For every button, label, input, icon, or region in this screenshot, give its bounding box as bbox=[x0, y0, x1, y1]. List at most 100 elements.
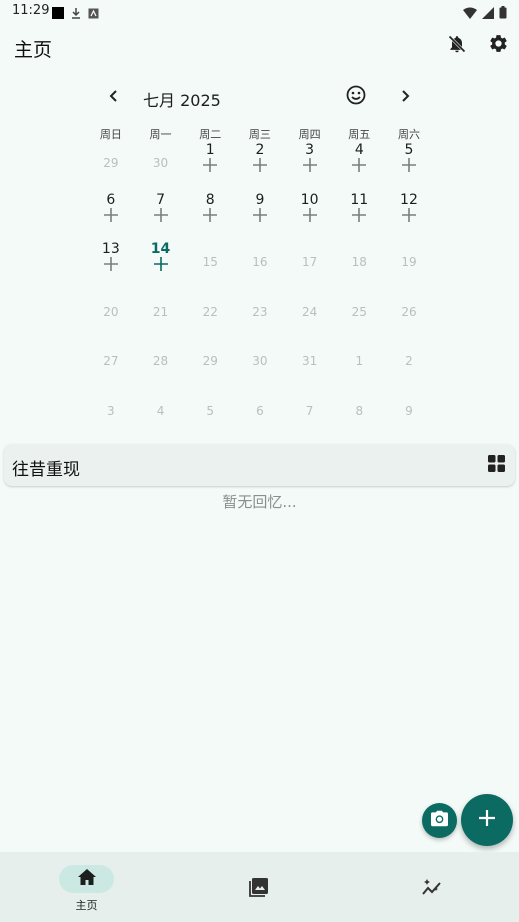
calendar-day[interactable]: 15 bbox=[185, 237, 235, 287]
camera-button[interactable] bbox=[422, 803, 457, 838]
calendar-day[interactable]: 9 bbox=[235, 188, 285, 238]
next-month-button[interactable] bbox=[391, 84, 419, 110]
add-entry-plus-icon[interactable] bbox=[136, 207, 186, 226]
calendar-day[interactable]: 30 bbox=[235, 336, 285, 386]
calendar-day[interactable]: 12 bbox=[384, 188, 434, 238]
add-entry-plus-icon[interactable] bbox=[185, 157, 235, 176]
add-entry-plus-icon[interactable] bbox=[285, 157, 335, 176]
add-entry-button[interactable] bbox=[461, 794, 513, 846]
day-number: 30 bbox=[152, 156, 169, 170]
calendar-day[interactable]: 3 bbox=[285, 138, 335, 188]
nav-active-pill bbox=[59, 865, 114, 893]
calendar-day[interactable]: 24 bbox=[285, 287, 335, 337]
calendar-day[interactable]: 6 bbox=[86, 188, 136, 238]
calendar-day[interactable]: 30 bbox=[136, 138, 186, 188]
calendar-day[interactable]: 25 bbox=[334, 287, 384, 337]
day-number: 20 bbox=[103, 304, 119, 319]
day-number: 11 bbox=[350, 191, 369, 208]
calendar-day[interactable]: 1 bbox=[334, 336, 384, 386]
calendar-day[interactable]: 23 bbox=[235, 287, 285, 337]
day-number: 4 bbox=[354, 142, 364, 158]
calendar-day[interactable]: 19 bbox=[384, 237, 434, 287]
grid-view-button[interactable] bbox=[482, 451, 510, 479]
day-number: 17 bbox=[301, 255, 318, 269]
calendar-day[interactable]: 4 bbox=[136, 386, 186, 436]
nav-item-insights[interactable] bbox=[346, 852, 519, 922]
calendar-day[interactable]: 28 bbox=[136, 336, 186, 386]
month-label[interactable]: 七月 2025 bbox=[143, 87, 221, 111]
add-entry-plus-icon[interactable] bbox=[136, 256, 186, 275]
calendar-week-row: 13 14 15 16 17 18 19 bbox=[86, 237, 434, 287]
add-entry-plus-icon[interactable] bbox=[86, 256, 136, 275]
add-entry-plus-icon[interactable] bbox=[86, 207, 136, 226]
calendar-day[interactable]: 10 bbox=[285, 188, 335, 238]
nav-item-gallery[interactable] bbox=[173, 852, 346, 922]
calendar-day[interactable]: 20 bbox=[86, 287, 136, 337]
calendar-day[interactable]: 27 bbox=[86, 336, 136, 386]
calendar-day[interactable]: 8 bbox=[334, 386, 384, 436]
day-number: 29 bbox=[202, 354, 218, 368]
calendar-day[interactable]: 17 bbox=[285, 237, 335, 287]
calendar-day[interactable]: 9 bbox=[384, 386, 434, 436]
day-number: 9 bbox=[255, 191, 265, 208]
calendar-day[interactable]: 4 bbox=[334, 138, 384, 188]
add-entry-plus-icon[interactable] bbox=[334, 207, 384, 226]
day-number: 31 bbox=[301, 354, 318, 368]
memories-empty-text: 暂无回忆... bbox=[222, 493, 297, 511]
plus-icon bbox=[478, 809, 496, 831]
add-entry-plus-icon[interactable] bbox=[235, 207, 285, 226]
calendar-week-row: 20 21 22 23 24 25 26 bbox=[86, 287, 434, 337]
calendar-day[interactable]: 7 bbox=[285, 386, 335, 436]
notifications-off-button[interactable] bbox=[443, 32, 471, 60]
calendar-week-row: 27 28 29 30 31 1 2 bbox=[86, 336, 434, 386]
calendar-day[interactable]: 16 bbox=[235, 237, 285, 287]
day-number: 14 bbox=[150, 241, 171, 257]
settings-button[interactable] bbox=[484, 31, 512, 59]
nav-item-home[interactable]: 主页 bbox=[0, 852, 173, 922]
calendar-day[interactable]: 29 bbox=[86, 138, 136, 188]
day-number: 16 bbox=[252, 255, 268, 269]
day-number: 1 bbox=[205, 142, 215, 158]
sparkle-trend-icon bbox=[422, 878, 442, 900]
day-number: 6 bbox=[256, 403, 264, 418]
day-number: 2 bbox=[255, 142, 265, 158]
add-entry-plus-icon[interactable] bbox=[285, 207, 335, 226]
calendar-day[interactable]: 3 bbox=[86, 386, 136, 436]
calendar-grid: 29 30 1 2 3 4 5 6 7 8 9 10 11 12 13 14 15 16 17 18 19 20 21 22 2… bbox=[86, 138, 434, 435]
calendar-day[interactable]: 29 bbox=[185, 336, 235, 386]
calendar-day[interactable]: 18 bbox=[334, 237, 384, 287]
day-number: 29 bbox=[103, 156, 119, 170]
calendar-day[interactable]: 2 bbox=[235, 138, 285, 188]
add-entry-plus-icon[interactable] bbox=[334, 157, 384, 176]
memories-title: 往昔重现 bbox=[12, 460, 80, 480]
calendar-day[interactable]: 7 bbox=[136, 188, 186, 238]
app-bar: 主页 bbox=[0, 28, 519, 68]
calendar-day[interactable]: 2 bbox=[384, 336, 434, 386]
calendar-day[interactable]: 5 bbox=[384, 138, 434, 188]
add-entry-plus-icon[interactable] bbox=[235, 157, 285, 176]
camera-icon bbox=[430, 810, 449, 831]
calendar-day[interactable]: 22 bbox=[185, 287, 235, 337]
add-entry-plus-icon[interactable] bbox=[384, 157, 434, 176]
calendar-day[interactable]: 21 bbox=[136, 287, 186, 337]
day-number: 18 bbox=[351, 255, 367, 269]
chevron-left-icon bbox=[108, 88, 120, 107]
add-entry-plus-icon[interactable] bbox=[185, 207, 235, 226]
calendar-day[interactable]: 14 bbox=[136, 237, 186, 287]
calendar-day[interactable]: 11 bbox=[334, 188, 384, 238]
calendar-day[interactable]: 13 bbox=[86, 237, 136, 287]
calendar-day[interactable]: 31 bbox=[285, 336, 335, 386]
mood-button[interactable] bbox=[342, 83, 370, 111]
calendar-day[interactable]: 1 bbox=[185, 138, 235, 188]
previous-month-button[interactable] bbox=[100, 84, 128, 110]
calendar-day[interactable]: 26 bbox=[384, 287, 434, 337]
gear-icon bbox=[488, 33, 509, 58]
day-number: 27 bbox=[103, 354, 119, 368]
day-number: 13 bbox=[101, 241, 120, 257]
calendar-day[interactable]: 5 bbox=[185, 386, 235, 436]
status-time: 11:29 bbox=[12, 3, 50, 18]
day-number: 10 bbox=[300, 191, 319, 208]
calendar-day[interactable]: 8 bbox=[185, 188, 235, 238]
add-entry-plus-icon[interactable] bbox=[384, 207, 434, 226]
calendar-day[interactable]: 6 bbox=[235, 386, 285, 436]
